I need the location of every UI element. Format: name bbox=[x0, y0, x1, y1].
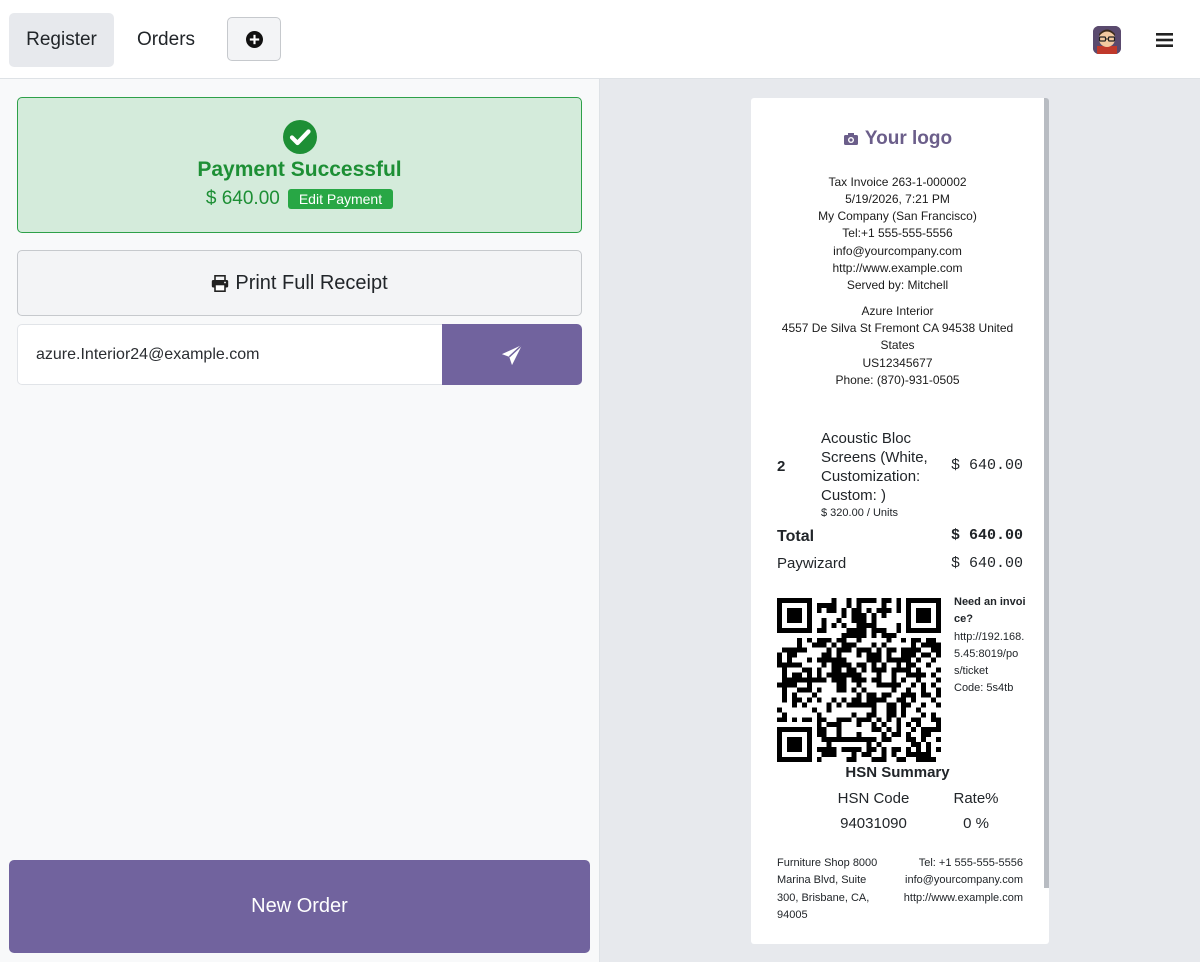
print-receipt-label: Print Full Receipt bbox=[235, 271, 388, 294]
plus-circle-icon bbox=[245, 30, 263, 48]
line-item-qty: 2 bbox=[777, 458, 786, 475]
payment-result-pane: Payment Successful $ 640.00 Edit Payment… bbox=[0, 79, 599, 962]
receipt-customer-phone: Phone: (870)-931-0505 bbox=[835, 373, 960, 387]
receipt: Your logo Tax Invoice 263-1-000002 5/19/… bbox=[751, 98, 1049, 944]
send-email-button[interactable] bbox=[442, 324, 582, 385]
tab-register[interactable]: Register bbox=[9, 13, 114, 67]
payment-status-title: Payment Successful bbox=[197, 158, 402, 181]
top-navbar: Register Orders bbox=[0, 0, 1200, 79]
invoice-request-code: Code: 5s4tb bbox=[954, 682, 1014, 695]
line-item-price: $ 640.00 bbox=[950, 457, 1023, 474]
receipt-served-by: Served by: Mitchell bbox=[846, 278, 949, 292]
receipt-footer-address: Furniture Shop 8000 Marina Blvd, Suite 3… bbox=[777, 857, 878, 921]
hamburger-menu-button[interactable] bbox=[1152, 28, 1178, 52]
invoice-request-title: Need an invoice? bbox=[954, 596, 1026, 626]
payment-success-banner: Payment Successful $ 640.00 Edit Payment bbox=[17, 97, 582, 233]
receipt-preview-pane: Your logo Tax Invoice 263-1-000002 5/19/… bbox=[599, 79, 1200, 962]
hsn-rate-value: 0 % bbox=[963, 815, 989, 832]
company-logo: Your logo bbox=[751, 128, 1044, 150]
hsn-header-rate: Rate% bbox=[953, 790, 999, 807]
receipt-phone: Tel:+1 555-555-5556 bbox=[842, 226, 953, 240]
receipt-scrollbar[interactable] bbox=[1044, 98, 1049, 888]
receipt-company: My Company (San Francisco) bbox=[818, 209, 977, 223]
email-receipt-form: azure.Interior24@example.com bbox=[17, 324, 582, 385]
add-order-button[interactable] bbox=[227, 17, 281, 61]
line-item-name: Acoustic Bloc Screens (White, Customizat… bbox=[821, 430, 928, 504]
receipt-customer-name: Azure Interior bbox=[861, 304, 934, 318]
new-order-button[interactable]: New Order bbox=[9, 860, 590, 953]
hsn-header-code: HSN Code bbox=[837, 790, 910, 807]
payment-method-label: Paywizard bbox=[777, 555, 847, 572]
payment-amount: $ 640.00 bbox=[205, 188, 280, 209]
line-item-unit-price: $ 320.00 / Units bbox=[821, 507, 899, 519]
print-receipt-button[interactable]: Print Full Receipt bbox=[17, 250, 582, 316]
edit-payment-button[interactable]: Edit Payment bbox=[287, 189, 394, 209]
receipt-email: info@yourcompany.com bbox=[833, 244, 962, 258]
receipt-customer-vat: US12345677 bbox=[862, 356, 933, 370]
qr-code bbox=[777, 598, 941, 762]
total-value: $ 640.00 bbox=[950, 527, 1023, 544]
receipt-invoice-number: Tax Invoice 263-1-000002 bbox=[828, 175, 967, 189]
user-avatar[interactable] bbox=[1093, 26, 1121, 54]
receipt-website: http://www.example.com bbox=[832, 261, 963, 275]
printer-icon bbox=[212, 274, 229, 292]
receipt-footer-contact: Tel: +1 555-555-5556 info@yourcompany.co… bbox=[903, 857, 1023, 904]
total-label: Total bbox=[777, 528, 815, 545]
hsn-summary-title: HSN Summary bbox=[845, 764, 950, 781]
receipt-customer-address: 4557 De Silva St Fremont CA 94538 United… bbox=[781, 321, 1014, 353]
invoice-request-url: http://192.168.5.45:8019/pos/ticket bbox=[954, 630, 1025, 678]
hsn-code-value: 94031090 bbox=[840, 815, 907, 832]
payment-method-value: $ 640.00 bbox=[950, 555, 1023, 572]
paper-plane-icon bbox=[501, 343, 523, 365]
camera-icon bbox=[843, 133, 858, 145]
tab-orders[interactable]: Orders bbox=[122, 13, 210, 67]
check-circle-icon bbox=[283, 120, 317, 154]
receipt-date: 5/19/2026, 7:21 PM bbox=[845, 192, 950, 206]
email-input[interactable]: azure.Interior24@example.com bbox=[17, 324, 442, 385]
invoice-request-note: Need an invoice? http://192.168.5.45:801… bbox=[954, 594, 1026, 698]
hamburger-icon bbox=[1156, 33, 1173, 47]
